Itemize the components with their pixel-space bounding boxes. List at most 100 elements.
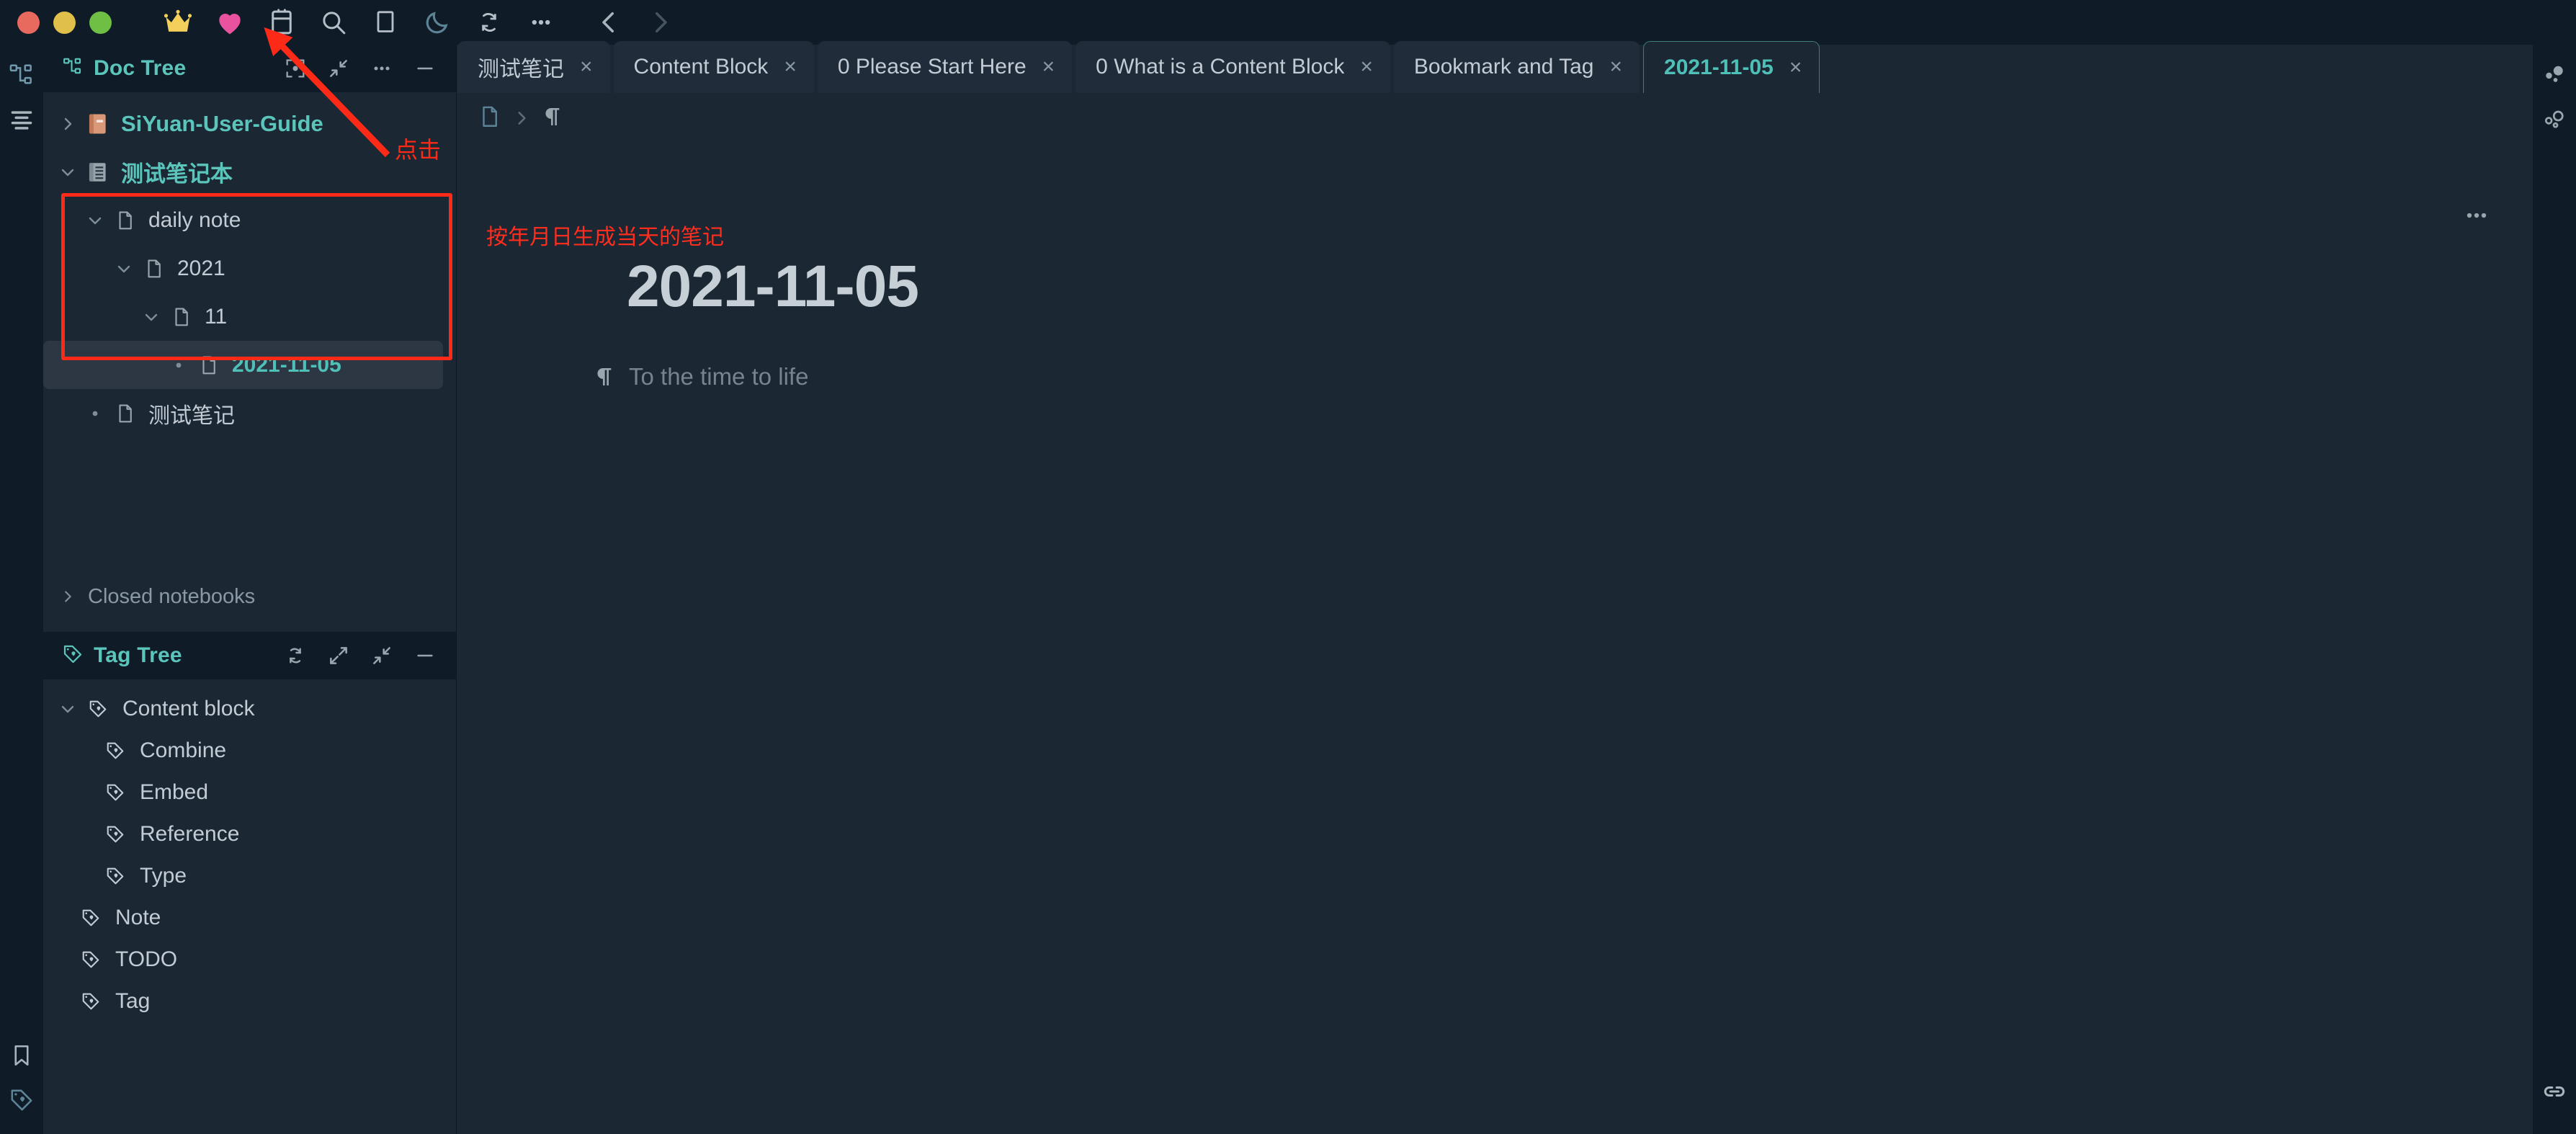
- search-icon[interactable]: [308, 0, 359, 45]
- close-icon[interactable]: ×: [1360, 56, 1373, 78]
- chevron-right-icon[interactable]: [53, 589, 82, 604]
- tag-item-embed[interactable]: Embed: [43, 772, 456, 813]
- close-icon[interactable]: ×: [1042, 56, 1055, 78]
- page-title[interactable]: 2021-11-05: [627, 253, 919, 321]
- bullet-dot-icon: [164, 360, 193, 370]
- dock-outline-icon[interactable]: [0, 98, 43, 143]
- tag-item-reference[interactable]: Reference: [43, 813, 456, 855]
- more-icon[interactable]: [370, 56, 394, 81]
- tag-item-label: Content block: [122, 697, 255, 720]
- chevron-down-icon[interactable]: [53, 700, 82, 718]
- tag-item-combine[interactable]: Combine: [43, 730, 456, 772]
- doc-tree-title: Doc Tree: [94, 56, 187, 80]
- crown-icon[interactable]: [152, 0, 204, 45]
- close-window-button[interactable]: [17, 11, 40, 34]
- tag-item-label: Embed: [140, 780, 209, 804]
- focus-icon[interactable]: [283, 56, 308, 81]
- notebook-book-icon: [82, 112, 114, 136]
- doc-tree-header: Doc Tree: [43, 45, 456, 92]
- close-icon[interactable]: ×: [784, 56, 797, 78]
- dock-graph-icon[interactable]: [2533, 53, 2576, 98]
- left-sidebar: Doc Tree SiYuan-User-Guide 测试笔记本 daily n…: [43, 45, 457, 1134]
- tab-label: Bookmark and Tag: [1413, 55, 1594, 79]
- doc-tree-actions: [283, 56, 437, 81]
- tree-item-test-note[interactable]: 测试笔记: [43, 389, 456, 437]
- dock-backlink-icon[interactable]: [2533, 1069, 2576, 1114]
- collapse-icon[interactable]: [370, 643, 394, 668]
- file-icon: [138, 258, 170, 280]
- tab-content-block[interactable]: Content Block ×: [613, 41, 814, 93]
- minimize-window-button[interactable]: [53, 11, 76, 34]
- moon-icon[interactable]: [411, 0, 463, 45]
- tree-item-label: 2021-11-05: [232, 352, 341, 377]
- closed-notebooks-row[interactable]: Closed notebooks: [43, 574, 456, 619]
- tag-icon: [99, 866, 131, 886]
- dock-bookmark-icon[interactable]: [0, 1033, 43, 1078]
- more-icon[interactable]: [515, 0, 567, 45]
- tab-what-is-a-content-block[interactable]: 0 What is a Content Block ×: [1075, 41, 1390, 93]
- file-icon[interactable]: [478, 104, 502, 133]
- close-icon[interactable]: ×: [1789, 56, 1802, 79]
- tab-test-note[interactable]: 测试笔记 ×: [457, 41, 610, 93]
- close-icon[interactable]: ×: [580, 56, 593, 78]
- tab-label: 测试笔记: [478, 58, 564, 81]
- chevron-right-icon[interactable]: [635, 0, 687, 45]
- minimize-icon[interactable]: [413, 643, 437, 668]
- tag-icon: [99, 824, 131, 844]
- dock-doc-tree-icon[interactable]: [0, 53, 43, 98]
- bullet-dot-icon: [81, 408, 109, 419]
- tag-icon: [82, 699, 114, 719]
- chevron-right-icon[interactable]: [53, 115, 82, 133]
- tag-item-label: Reference: [140, 822, 240, 846]
- sync-icon[interactable]: [463, 0, 515, 45]
- paragraph-icon[interactable]: [541, 105, 564, 132]
- tree-item-11[interactable]: 11: [43, 293, 456, 341]
- paragraph-block[interactable]: To the time to life: [593, 363, 808, 390]
- chevron-down-icon[interactable]: [137, 308, 166, 326]
- tree-item-label: 测试笔记: [148, 403, 235, 428]
- card-icon[interactable]: [359, 0, 411, 45]
- tree-item-2021-11-05[interactable]: 2021-11-05: [43, 341, 443, 389]
- chevron-left-icon[interactable]: [583, 0, 635, 45]
- chevron-right-icon: [512, 109, 531, 128]
- editor-more-icon[interactable]: [2462, 201, 2491, 233]
- dock-global-graph-icon[interactable]: [2533, 98, 2576, 143]
- tag-item-content-block[interactable]: Content block: [43, 688, 456, 730]
- refresh-icon[interactable]: [283, 643, 308, 668]
- tab-2021-11-05[interactable]: 2021-11-05 ×: [1643, 41, 1820, 93]
- editor-area[interactable]: 按年月日生成当天的笔记 2021-11-05 To the time to li…: [457, 93, 2533, 1134]
- dock-tag-icon[interactable]: [0, 1078, 43, 1122]
- tab-label: Content Block: [633, 55, 769, 79]
- paragraph-icon[interactable]: [593, 365, 616, 388]
- paragraph-text[interactable]: To the time to life: [629, 363, 808, 390]
- chevron-down-icon[interactable]: [81, 212, 109, 229]
- tag-item-tag[interactable]: Tag: [43, 981, 456, 1022]
- file-icon: [166, 306, 197, 328]
- maximize-window-button[interactable]: [89, 11, 112, 34]
- minimize-icon[interactable]: [413, 56, 437, 81]
- breadcrumb: [457, 93, 2533, 143]
- tree-item-daily-note[interactable]: daily note: [43, 196, 456, 244]
- tag-tree-header: Tag Tree: [43, 632, 456, 679]
- tag-tree-actions: [283, 643, 437, 668]
- tab-label: 0 What is a Content Block: [1096, 55, 1345, 79]
- tab-bookmark-and-tag[interactable]: Bookmark and Tag ×: [1393, 41, 1640, 93]
- heart-icon[interactable]: [204, 0, 256, 45]
- click-annotation-label: 点击: [395, 136, 442, 164]
- tag-icon: [75, 950, 107, 970]
- collapse-icon[interactable]: [326, 56, 351, 81]
- tag-tree-title: Tag Tree: [94, 643, 182, 667]
- calendar-icon[interactable]: [256, 0, 308, 45]
- chevron-down-icon[interactable]: [109, 260, 138, 277]
- close-icon[interactable]: ×: [1609, 56, 1622, 78]
- file-icon: [109, 403, 141, 424]
- tree-item-label: SiYuan-User-Guide: [121, 110, 323, 136]
- chevron-down-icon[interactable]: [53, 164, 82, 181]
- tag-item-todo[interactable]: TODO: [43, 939, 456, 981]
- closed-notebooks-label: Closed notebooks: [88, 584, 256, 608]
- tag-item-note[interactable]: Note: [43, 897, 456, 939]
- tab-please-start-here[interactable]: 0 Please Start Here ×: [817, 41, 1073, 93]
- expand-icon[interactable]: [326, 643, 351, 668]
- tree-item-2021[interactable]: 2021: [43, 244, 456, 293]
- tag-item-type[interactable]: Type: [43, 855, 456, 897]
